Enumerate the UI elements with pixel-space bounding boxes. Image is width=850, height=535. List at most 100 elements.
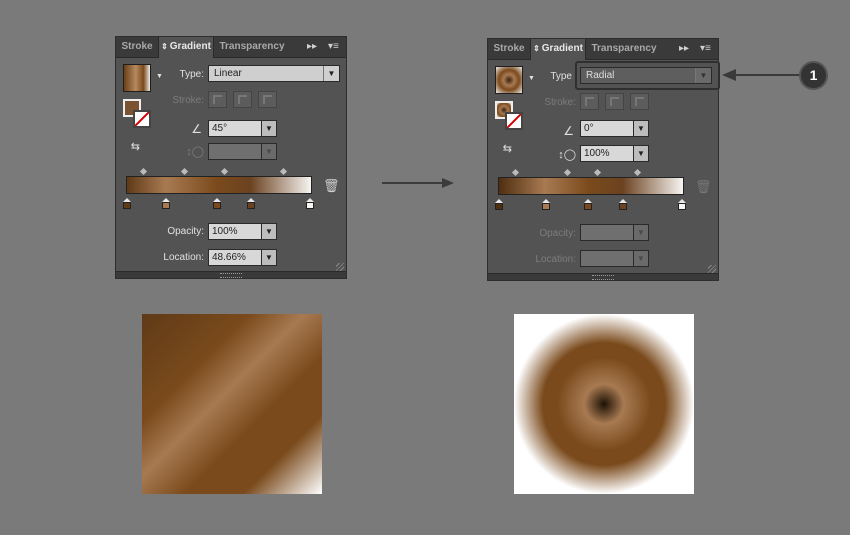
type-label: Type: [179,69,204,80]
opacity-field[interactable]: 100% [208,223,262,240]
resize-grip-icon[interactable] [708,265,716,273]
no-stroke-icon [507,114,521,128]
panel-menu-icon[interactable]: ▾≡ [328,41,339,53]
gradient-thumbnail[interactable] [123,64,151,92]
gradient-slider[interactable] [126,176,312,194]
collapse-grip-icon[interactable] [220,273,242,278]
midpoint-diamond[interactable] [511,168,520,177]
double-chevron-icon[interactable]: ▸▸ [679,43,689,55]
linear-preview [142,314,322,494]
reverse-gradient-icon[interactable]: ⇆ [126,140,140,153]
thumbnail-menu-icon[interactable]: ▼ [528,75,535,82]
callout-badge: 1 [799,61,828,90]
chevron-down-icon: ▼ [323,66,339,81]
midpoint-diamond[interactable] [633,168,642,177]
radial-preview [514,314,694,494]
double-chevron-icon[interactable]: ▸▸ [307,41,317,53]
stroke-label: Stroke: [172,95,204,106]
gradient-stop[interactable] [495,199,503,210]
aspect-dropdown-button[interactable]: ▼ [262,143,277,160]
opacity-field[interactable] [580,224,634,241]
collapse-grip-icon[interactable] [592,275,614,280]
stroke-along-button[interactable] [605,93,624,110]
tab-gradient[interactable]: ⇕ Gradient [530,39,586,60]
gradient-panel-linear: Stroke ⇕ Gradient Transparency ▸▸ ▾≡ ▼ Ty… [115,36,347,279]
stroke-swatch[interactable] [505,112,523,130]
trash-icon[interactable]: 🗑 [323,178,340,194]
opacity-label: Opacity: [539,228,576,239]
gradient-stop[interactable] [584,199,592,210]
panel-tab-bar: Stroke ⇕ Gradient Transparency ▸▸ ▾≡ [488,39,718,60]
tab-gradient-label: Gradient [541,43,583,54]
opacity-dropdown-button[interactable]: ▼ [262,223,277,240]
reverse-gradient-icon[interactable]: ⇆ [498,142,512,155]
angle-field[interactable]: 45° [208,120,262,137]
tab-stroke[interactable]: Stroke [488,39,530,59]
gradient-stop[interactable] [542,199,550,210]
midpoint-diamond[interactable] [220,167,229,176]
location-dropdown-button[interactable]: ▼ [634,250,649,267]
gradient-slider[interactable] [498,177,684,195]
no-stroke-icon [135,112,149,126]
arrow-left-icon [722,69,736,81]
panel-status-bar [488,273,718,280]
stroke-label: Stroke: [544,97,576,108]
angle-dropdown-button[interactable]: ▼ [262,120,277,137]
stroke-along-button[interactable] [233,91,252,108]
location-dropdown-button[interactable]: ▼ [262,249,277,266]
type-label: Type [550,71,572,82]
midpoint-diamond[interactable] [563,168,572,177]
aspect-ratio-icon: ↕◯ [186,146,204,158]
aspect-dropdown-button[interactable]: ▼ [634,145,649,162]
stroke-within-button[interactable] [580,93,599,110]
stroke-across-button[interactable] [630,93,649,110]
aspect-ratio-field[interactable] [208,143,262,160]
angle-field[interactable]: 0° [580,120,634,137]
trash-icon: 🗑 [695,179,712,194]
gradient-stop[interactable] [162,198,170,209]
gradient-thumbnail[interactable] [495,66,523,94]
type-dropdown[interactable]: Linear ▼ [208,65,340,82]
arrow-right-icon [442,178,454,188]
thumbnail-menu-icon[interactable]: ▼ [156,73,163,80]
type-value: Linear [214,68,242,79]
panel-tab-bar: Stroke ⇕ Gradient Transparency ▸▸ ▾≡ [116,37,346,58]
panel-menu-icon[interactable]: ▾≡ [700,43,711,55]
tab-toggle-icon: ⇕ [161,42,168,51]
callout-line [736,74,800,76]
tab-stroke[interactable]: Stroke [116,37,158,57]
gradient-stop[interactable] [678,199,686,210]
tab-gradient-label: Gradient [169,41,211,52]
opacity-dropdown-button[interactable]: ▼ [634,224,649,241]
midpoint-diamond[interactable] [180,167,189,176]
location-field[interactable] [580,250,634,267]
gradient-stop[interactable] [213,198,221,209]
panel-status-bar [116,271,346,278]
midpoint-diamond[interactable] [139,167,148,176]
midpoint-diamond[interactable] [279,167,288,176]
tab-transparency[interactable]: Transparency [588,39,660,59]
stroke-within-button[interactable] [208,91,227,108]
opacity-label: Opacity: [167,226,204,237]
midpoint-diamond[interactable] [593,168,602,177]
location-label: Location: [163,252,204,263]
aspect-ratio-icon: ↕◯ [558,149,576,161]
tab-transparency[interactable]: Transparency [216,37,288,57]
angle-icon: ∠ [563,124,574,138]
stroke-across-button[interactable] [258,91,277,108]
location-label: Location: [535,254,576,265]
gradient-stop[interactable] [247,198,255,209]
gradient-stop[interactable] [123,198,131,209]
transition-arrow [382,182,446,184]
tab-gradient[interactable]: ⇕ Gradient [158,37,214,58]
aspect-ratio-field[interactable]: 100% [580,145,634,162]
angle-icon: ∠ [191,122,202,136]
angle-dropdown-button[interactable]: ▼ [634,120,649,137]
tab-toggle-icon: ⇕ [533,44,540,53]
resize-grip-icon[interactable] [336,263,344,271]
type-highlight-box [575,61,720,90]
stroke-swatch[interactable] [133,110,151,128]
location-field[interactable]: 48.66% [208,249,262,266]
gradient-stop[interactable] [306,198,314,209]
gradient-stop[interactable] [619,199,627,210]
